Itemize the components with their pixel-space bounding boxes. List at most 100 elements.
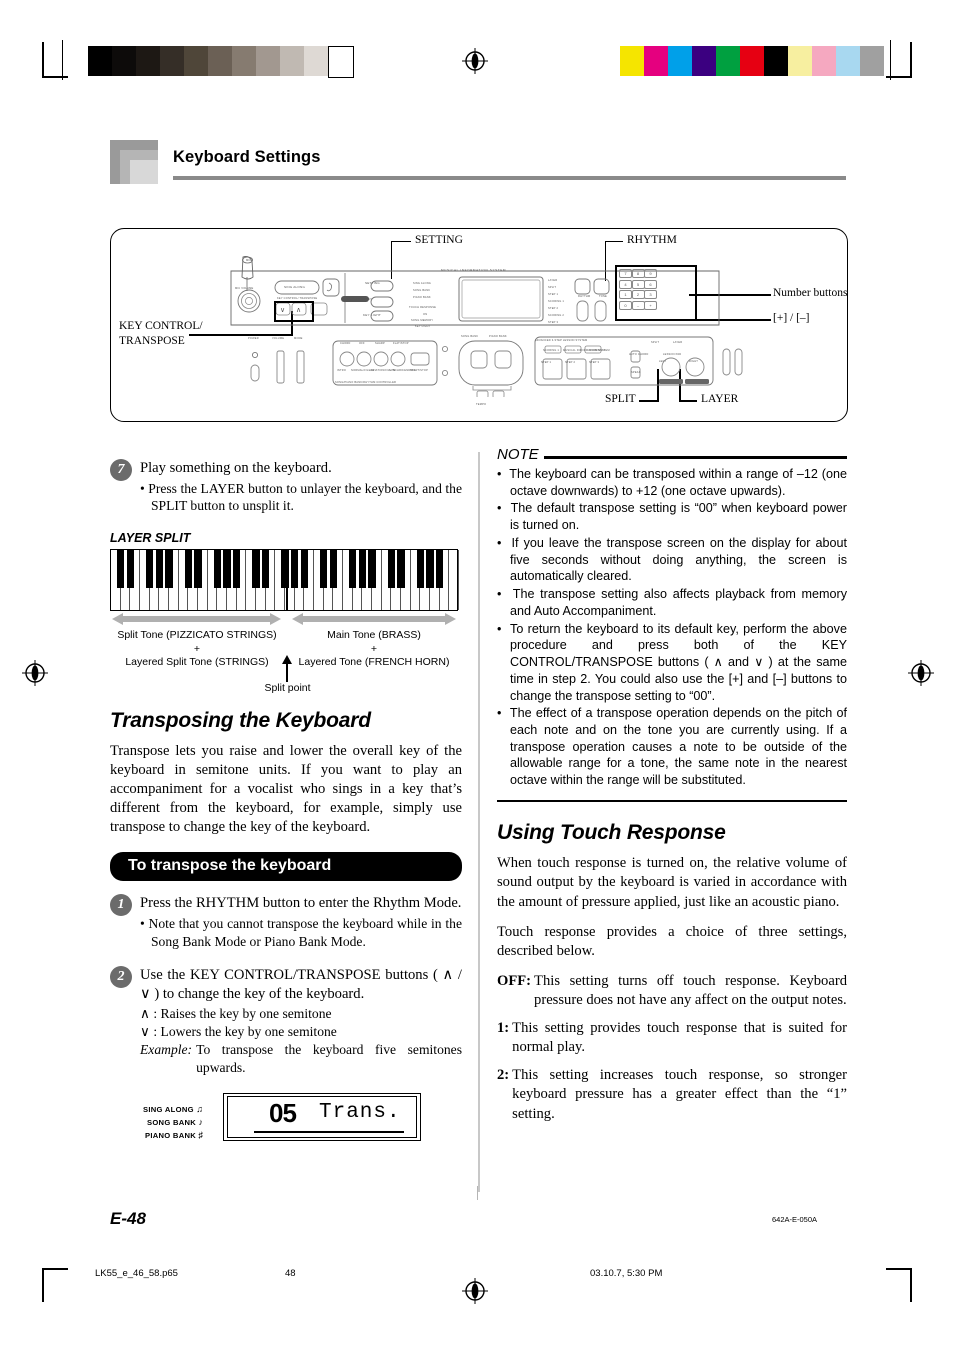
panel-label-power: POWER: [248, 337, 259, 340]
arrow-head-main-left: [292, 612, 303, 625]
step-line-down: ∨ : Lowers the key by one semitone: [140, 1023, 337, 1039]
page-title: Keyboard Settings: [173, 148, 321, 166]
sing-along-icon: ♫: [196, 1103, 204, 1114]
panel-label-sharp: SHARP: [375, 342, 385, 345]
panel-label-sing-along: SING ALONG: [284, 285, 306, 289]
lcd-display-figure: SING ALONG ♫ SONG BANK ♪ PIANO BANK ♯ 05…: [110, 1092, 462, 1149]
panel-label-step-1: STEP 1: [541, 361, 552, 364]
grayscale-calibration-bar: [88, 46, 354, 78]
arrow-bar-main-range: [303, 615, 445, 622]
example-text: To transpose the keyboard five semitones…: [196, 1042, 462, 1075]
gray-step-10: [328, 46, 354, 78]
gray-step-9: [304, 46, 328, 76]
panel-label-right: RIGHT: [689, 360, 699, 363]
panel-label-advanced-lesson: ADVANCED 3-STEP LESSON SYSTEM: [535, 339, 588, 342]
column-divider: [478, 452, 480, 1192]
setting-text: This setting provides touch response tha…: [512, 1020, 847, 1056]
main-tone-plus: +: [370, 642, 378, 655]
lcd-transpose-word: Trans.: [319, 1100, 401, 1124]
black-key: [416, 549, 424, 588]
black-key: [319, 549, 328, 588]
registration-mark-top: [462, 48, 488, 74]
note-item: The default transpose setting is “00” wh…: [497, 500, 847, 533]
split-point-line: [286, 548, 288, 611]
black-key: [426, 549, 434, 588]
black-key: [368, 549, 376, 588]
step-2: 2 Use the KEY CONTROL/TRANSPOSE buttons …: [110, 966, 462, 1077]
arrow-bar-split-range: [123, 615, 270, 622]
black-key: [126, 549, 134, 588]
black-key: [165, 549, 173, 588]
highlight-number-buttons: [615, 265, 697, 321]
callout-line-split-h: [639, 400, 659, 402]
lcd-underline: [254, 1130, 404, 1133]
callout-label-plus-minus: [+] / [–]: [773, 312, 810, 324]
color-step-5: [740, 46, 764, 76]
step-7: 7 Play something on the keyboard. • Pres…: [110, 459, 462, 515]
split-point-label: Split point: [264, 681, 311, 694]
color-step-4: [716, 46, 740, 76]
panel-label-scoring1-ind: SCORING 1: [548, 300, 565, 303]
gray-step-2: [136, 46, 160, 76]
panel-label-controller-group: SONG/PIANO BANK/RHYTHM CONTROLLER: [335, 381, 397, 384]
crop-mark-bl-v: [42, 1268, 44, 1302]
panel-label-step-2: STEP 2: [565, 361, 576, 364]
footer-file-name: LK55_e_46_58.p65: [95, 1268, 178, 1279]
footer-sheet-number: 48: [285, 1268, 296, 1279]
note-item: If you leave the transpose screen on the…: [497, 535, 847, 585]
split-point-arrow-stem: [286, 662, 288, 682]
panel-label-speak: SPEAK: [631, 371, 641, 374]
color-step-2: [668, 46, 692, 76]
touch-response-setting: OFF: This setting turns off touch respons…: [497, 972, 847, 1010]
callout-line-rhythm-h: [605, 241, 623, 243]
piano-keyboard: [110, 548, 459, 611]
step-main-text: Press the RHYTHM button to enter the Rhy…: [140, 895, 462, 912]
crop-mark-tl-v: [42, 42, 44, 76]
panel-label-keyctrl-transpose: KEY CONTROL/ TRANSPOSE: [277, 297, 318, 300]
gray-step-7: [256, 46, 280, 76]
header-rule: [173, 176, 846, 180]
header-decoration-square-inner: [130, 160, 158, 184]
panel-label-mic-volume: MIC VOLUME: [235, 287, 254, 290]
step-number-badge: 1: [110, 894, 132, 917]
lcd-mode-labels: SING ALONG ♫ SONG BANK ♪ PIANO BANK ♯: [143, 1103, 203, 1142]
black-key: [397, 549, 405, 588]
white-key: [449, 549, 459, 610]
color-step-7: [788, 46, 812, 76]
procedure-bar-transpose: To transpose the keyboard: [110, 852, 462, 882]
touch-response-setting: 2: This setting increases touch response,…: [497, 1066, 847, 1123]
panel-label-flat-stop: FLAT/STOP: [393, 342, 409, 345]
callout-line-layer-h: [679, 400, 697, 402]
step-number-badge: 2: [110, 966, 132, 989]
panel-label-key-light: KEY LIGHT: [363, 313, 381, 317]
panel-label-scoring3: SCORING 3: [589, 349, 606, 352]
note-item: The effect of a transpose operation depe…: [497, 705, 847, 789]
highlight-key-control-buttons: [274, 301, 314, 322]
note-item: The transpose setting also affects playb…: [497, 586, 847, 619]
main-tone-caption: Main Tone (BRASS) + Layered Tone (FRENCH…: [288, 629, 460, 671]
black-key: [213, 549, 221, 588]
panel-label-start-stop: START/STOP: [410, 369, 428, 372]
color-step-9: [836, 46, 860, 76]
lcd-screen: 05 Trans.: [223, 1092, 421, 1141]
panel-label-layer-btn: LAYER: [673, 341, 683, 344]
panel-label-mode: MODE: [294, 337, 303, 340]
step-body: Press the RHYTHM button to enter the Rhy…: [140, 894, 462, 950]
callout-label-setting: SETTING: [415, 234, 463, 246]
panel-label-split-ind: SPLIT: [548, 286, 557, 289]
note-item: The keyboard can be transposed within a …: [497, 466, 847, 499]
panel-label-layer-ind: LAYER: [548, 279, 558, 282]
lcd-mode-sing-along: SING ALONG ♫: [143, 1103, 204, 1114]
setting-text: This setting turns off touch response. K…: [534, 972, 847, 1008]
panel-label-lesson-pad: LESSON PAD: [663, 353, 682, 356]
black-key: [348, 549, 357, 588]
lcd-mode-piano-bank: PIANO BANK ♯: [144, 1129, 204, 1140]
step-sub-text: • Press the LAYER button to unlayer the …: [140, 480, 462, 514]
song-bank-icon: ♪: [198, 1116, 204, 1127]
panel-label-left: LEFT: [659, 360, 667, 363]
page-header: Keyboard Settings: [110, 140, 846, 190]
piano-bank-icon: ♯: [198, 1129, 204, 1140]
panel-label-split-btn: SPLIT: [651, 341, 660, 344]
panel-label-mis-title: MUSICAL INFORMATION SYSTEM: [441, 268, 507, 272]
gray-step-6: [232, 46, 256, 76]
